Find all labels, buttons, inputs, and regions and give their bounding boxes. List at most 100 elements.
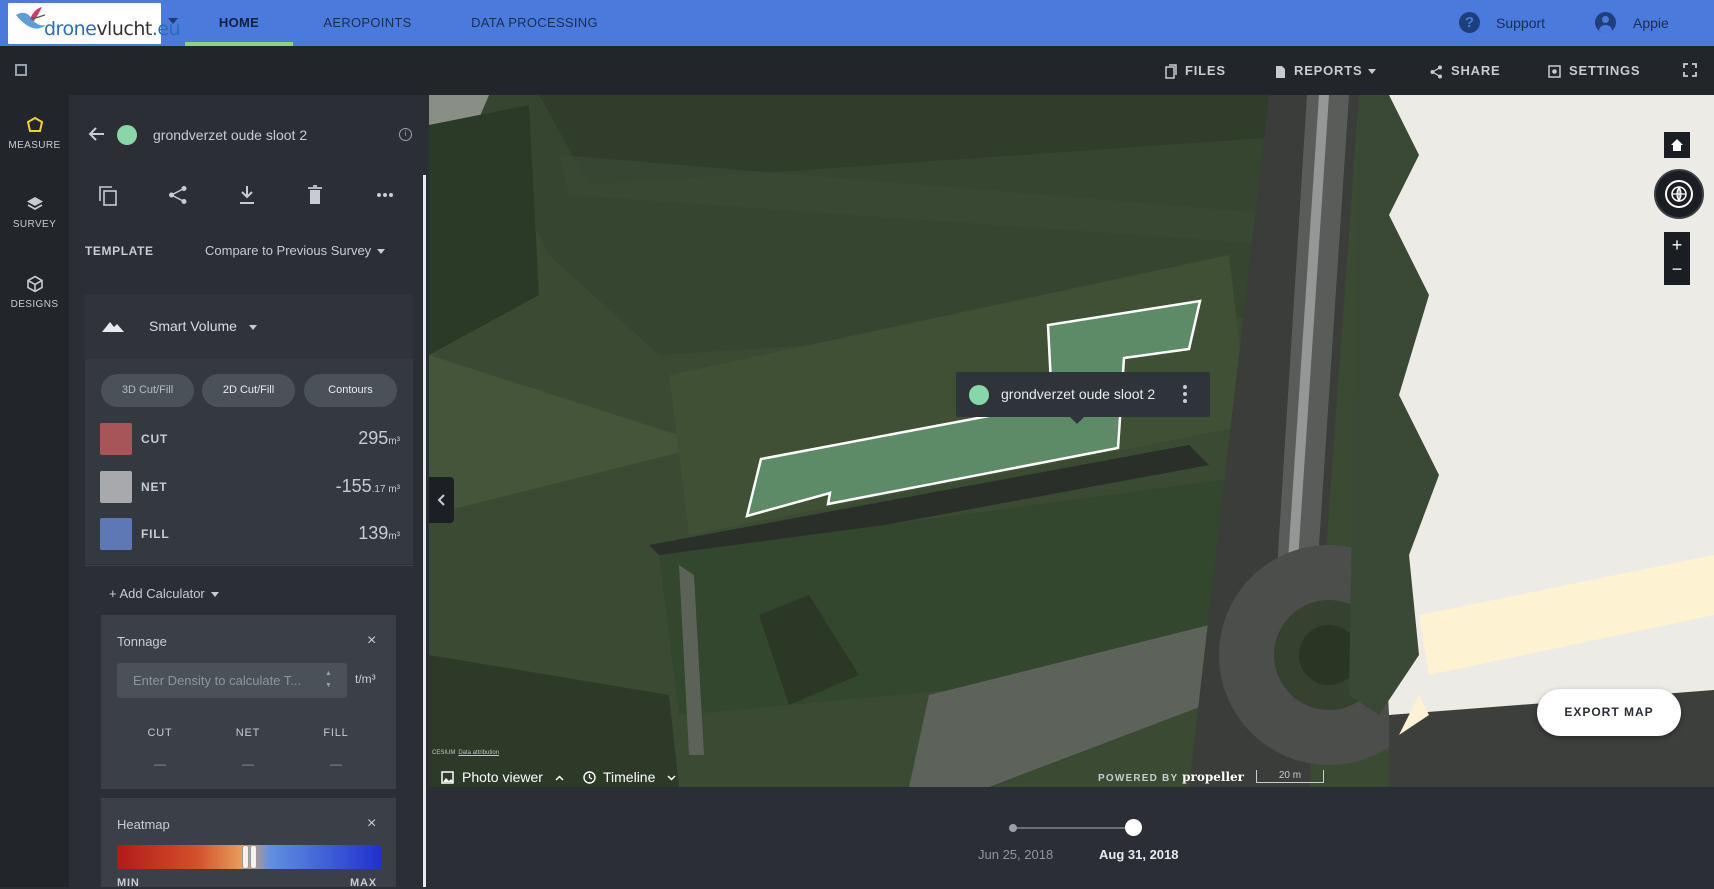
- copy-icon[interactable]: [98, 185, 118, 207]
- rail-item-measure[interactable]: MEASURE: [0, 116, 69, 151]
- measurement-title[interactable]: grondverzet oude sloot 2: [153, 127, 307, 143]
- info-icon[interactable]: i: [399, 128, 412, 141]
- volume-row-net: NET -155.17 m³: [100, 471, 400, 503]
- trash-icon[interactable]: [307, 185, 323, 205]
- share-icon: [1430, 65, 1442, 79]
- photo-viewer-toggle[interactable]: Photo viewer: [441, 769, 564, 785]
- help-icon[interactable]: ?: [1459, 12, 1480, 33]
- mode-contours[interactable]: Contours: [304, 374, 397, 407]
- home-view-button[interactable]: [1664, 132, 1690, 158]
- close-icon[interactable]: ×: [367, 632, 376, 650]
- volume-label: NET: [141, 480, 168, 494]
- layers-icon: [26, 197, 43, 211]
- net-color-swatch[interactable]: [100, 471, 132, 503]
- measurement-color-dot[interactable]: [117, 125, 137, 145]
- globe-icon: [1665, 180, 1693, 208]
- fullscreen-icon[interactable]: [1683, 63, 1697, 77]
- template-value: Compare to Previous Survey: [205, 243, 372, 258]
- heatmap-calculator: [101, 798, 396, 887]
- data-attribution-link[interactable]: Data attribution: [458, 750, 499, 756]
- settings-button[interactable]: SETTINGS: [1548, 63, 1640, 79]
- timeline-point-previous[interactable]: [1009, 824, 1017, 832]
- chevron-up-icon: [555, 775, 564, 781]
- timeline-point-current[interactable]: [1125, 819, 1142, 836]
- heatmap-gradient: [117, 845, 381, 869]
- files-button[interactable]: FILES: [1165, 63, 1226, 79]
- back-arrow-icon[interactable]: [88, 126, 106, 142]
- zoom-in-button[interactable]: +: [1664, 232, 1690, 258]
- chevron-down-icon: [1368, 69, 1377, 75]
- support-link[interactable]: Support: [1496, 15, 1545, 31]
- cube-icon: [26, 275, 43, 293]
- density-input[interactable]: [117, 663, 347, 698]
- rail-item-designs[interactable]: DESIGNS: [0, 275, 69, 310]
- chevron-down-icon: [248, 324, 257, 330]
- volume-unit: m³: [385, 484, 400, 495]
- fill-color-swatch[interactable]: [100, 518, 132, 550]
- volume-number: 295: [358, 428, 389, 448]
- export-map-button[interactable]: EXPORT MAP: [1537, 689, 1681, 736]
- brand-logo[interactable]: dronevlucht.eu: [8, 3, 181, 44]
- timeline-track: [1014, 827, 1134, 829]
- measurement-popup[interactable]: grondverzet oude sloot 2: [956, 372, 1210, 424]
- add-calculator-label: + Add Calculator: [109, 586, 205, 601]
- density-stepper[interactable]: ▲ ▼: [325, 668, 332, 692]
- timeline-date-current[interactable]: Aug 31, 2018: [1099, 847, 1179, 862]
- reports-button[interactable]: REPORTS: [1275, 63, 1377, 79]
- settings-label: SETTINGS: [1569, 63, 1641, 78]
- close-icon[interactable]: ×: [367, 815, 376, 833]
- rail-label-survey: SURVEY: [12, 219, 57, 230]
- volume-row-cut: CUT 295m³: [100, 423, 400, 455]
- tool-select[interactable]: Smart Volume: [149, 318, 257, 334]
- files-label: FILES: [1185, 63, 1226, 78]
- powered-by: POWERED BY propeller: [1098, 770, 1244, 784]
- zoom-out-button[interactable]: −: [1664, 258, 1690, 284]
- timeline-date-previous[interactable]: Jun 25, 2018: [978, 847, 1053, 862]
- map-viewport[interactable]: [429, 95, 1714, 787]
- volume-value: 139m³: [358, 523, 400, 544]
- section-divider: [85, 565, 413, 566]
- expand-panel-icon[interactable]: [15, 64, 27, 76]
- mode-3d-cut-fill[interactable]: 3D Cut/Fill: [101, 374, 194, 407]
- logo-prefix: drone: [44, 18, 97, 40]
- volume-number: 139: [358, 523, 389, 543]
- heatmap-min-handle[interactable]: [242, 845, 249, 869]
- user-menu[interactable]: Appie: [1633, 15, 1669, 31]
- popup-label: grondverzet oude sloot 2: [1001, 386, 1156, 402]
- tab-data-processing[interactable]: DATA PROCESSING: [468, 0, 601, 46]
- mode-2d-cut-fill[interactable]: 2D Cut/Fill: [202, 374, 295, 407]
- volume-label: FILL: [141, 527, 170, 541]
- template-select[interactable]: Compare to Previous Survey: [205, 243, 386, 258]
- scale-bar: 20 m: [1256, 770, 1324, 783]
- share-button[interactable]: SHARE: [1430, 63, 1501, 79]
- timeline-toggle[interactable]: Timeline: [583, 769, 676, 785]
- rail-label-designs: DESIGNS: [10, 299, 59, 310]
- user-avatar-icon[interactable]: [1595, 12, 1616, 33]
- download-icon[interactable]: [238, 185, 256, 205]
- tonnage-value-cut: —: [154, 757, 166, 771]
- tonnage-col-net: NET: [235, 727, 261, 739]
- tab-home[interactable]: HOME: [185, 0, 293, 46]
- add-calculator-button[interactable]: + Add Calculator: [109, 586, 219, 601]
- more-vertical-icon[interactable]: [1183, 385, 1187, 406]
- propeller-logo: propeller: [1182, 770, 1244, 784]
- share-icon[interactable]: [168, 185, 188, 205]
- heatmap-min-label: MIN: [117, 877, 140, 889]
- collapse-panel-button[interactable]: [429, 477, 454, 523]
- tab-aeropoints[interactable]: AEROPOINTS: [315, 0, 420, 46]
- heatmap-max-handle[interactable]: [250, 845, 257, 869]
- compass-control[interactable]: [1654, 169, 1704, 219]
- rail-item-survey[interactable]: SURVEY: [0, 195, 69, 230]
- aerial-map-imagery: [429, 95, 1714, 787]
- panel-scrollbar[interactable]: [423, 175, 426, 887]
- more-horizontal-icon[interactable]: [376, 185, 394, 205]
- tonnage-col-fill: FILL: [323, 727, 349, 739]
- brand-menu-chevron-down-icon[interactable]: [168, 18, 178, 24]
- map-attribution: CESIUM Data attribution: [432, 750, 499, 756]
- cut-color-swatch[interactable]: [100, 423, 132, 455]
- volume-number: -155: [335, 476, 372, 496]
- tonnage-value-fill: —: [330, 757, 342, 771]
- reports-label: REPORTS: [1294, 63, 1363, 78]
- share-label: SHARE: [1451, 63, 1501, 78]
- powered-by-label: POWERED BY: [1098, 773, 1179, 784]
